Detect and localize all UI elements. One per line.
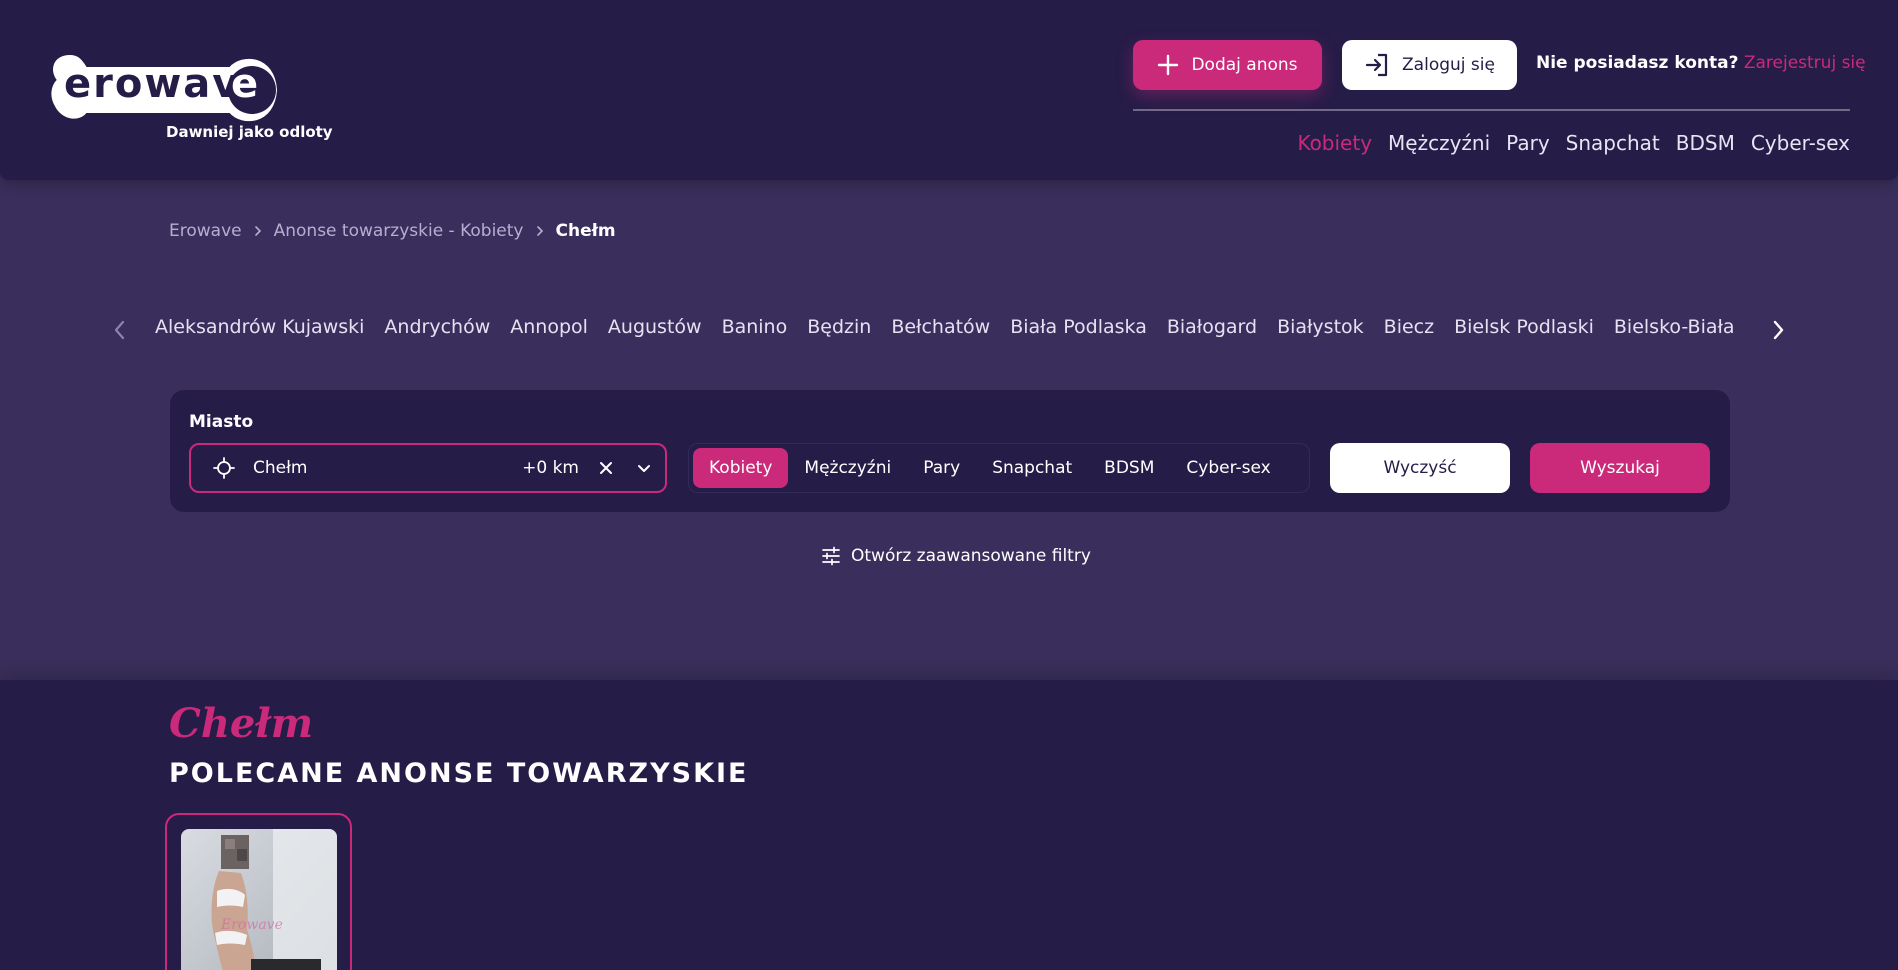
nav-item-snapchat[interactable]: Snapchat xyxy=(1566,131,1660,155)
nav-item-mezczyzni[interactable]: Mężczyźni xyxy=(1388,131,1490,155)
listing-photo[interactable]: Erowave xyxy=(181,829,337,970)
search-panel: Miasto Chełm +0 km Kobiety Mężczyźni Par… xyxy=(170,390,1730,512)
breadcrumb-item-current: Chełm xyxy=(555,221,616,241)
register-question: Nie posiadasz konta? xyxy=(1536,53,1739,73)
category-snapchat[interactable]: Snapchat xyxy=(976,448,1088,488)
header-divider xyxy=(1133,109,1850,111)
category-selector: Kobiety Mężczyźni Pary Snapchat BDSM Cyb… xyxy=(688,443,1310,493)
city-link[interactable]: Bielsk Podlaski xyxy=(1454,316,1594,338)
svg-text:Erowave: Erowave xyxy=(220,917,283,933)
city-link[interactable]: Augustów xyxy=(608,316,702,338)
city-input-value: Chełm xyxy=(253,458,308,478)
category-pary[interactable]: Pary xyxy=(907,448,976,488)
listing-card[interactable]: Erowave xyxy=(165,813,352,970)
sliders-icon xyxy=(822,546,840,566)
city-link[interactable]: Biała Podlaska xyxy=(1010,316,1147,338)
advanced-filters-toggle[interactable]: Otwórz zaawansowane filtry xyxy=(821,546,1091,566)
category-kobiety[interactable]: Kobiety xyxy=(693,448,789,488)
city-link[interactable]: Będzin xyxy=(807,316,871,338)
category-mezczyzni[interactable]: Mężczyźni xyxy=(788,448,907,488)
breadcrumb: Erowave Anonse towarzyskie - Kobiety Che… xyxy=(169,221,616,241)
nav-item-bdsm[interactable]: BDSM xyxy=(1676,131,1735,155)
city-link[interactable]: Białogard xyxy=(1167,316,1257,338)
city-link[interactable]: Bełchatów xyxy=(891,316,990,338)
search-button[interactable]: Wyszukaj xyxy=(1530,443,1710,493)
add-listing-button[interactable]: Dodaj anons xyxy=(1133,40,1322,90)
category-cyber-sex[interactable]: Cyber-sex xyxy=(1170,448,1286,488)
nav-item-pary[interactable]: Pary xyxy=(1506,131,1549,155)
chevron-down-icon[interactable] xyxy=(637,461,651,475)
chevron-right-icon[interactable] xyxy=(1770,318,1786,342)
city-link[interactable]: Banino xyxy=(722,316,788,338)
clear-button[interactable]: Wyczyść xyxy=(1330,443,1510,493)
breadcrumb-item-home[interactable]: Erowave xyxy=(169,221,242,241)
chevron-left-icon[interactable] xyxy=(112,318,128,342)
advanced-filters-label: Otwórz zaawansowane filtry xyxy=(851,546,1091,566)
site-logo[interactable]: erowav e Dawniej jako odloty xyxy=(48,50,333,150)
breadcrumb-item-category[interactable]: Anonse towarzyskie - Kobiety xyxy=(274,221,524,241)
add-listing-label: Dodaj anons xyxy=(1191,55,1298,75)
clear-city-button[interactable] xyxy=(599,461,613,475)
register-link[interactable]: Zarejestruj się xyxy=(1744,53,1866,73)
plus-icon xyxy=(1158,54,1179,76)
logo-wordmark: erowav xyxy=(64,61,241,107)
city-field-label: Miasto xyxy=(189,412,254,432)
distance-value[interactable]: +0 km xyxy=(522,458,579,478)
site-header: erowav e Dawniej jako odloty Dodaj anons… xyxy=(0,0,1898,180)
city-link[interactable]: Aleksandrów Kujawski xyxy=(155,316,364,338)
crosshair-icon[interactable] xyxy=(213,457,235,479)
login-button[interactable]: Zaloguj się xyxy=(1342,40,1517,90)
nav-item-kobiety[interactable]: Kobiety xyxy=(1297,131,1372,155)
city-carousel: Aleksandrów Kujawski Andrychów Annopol A… xyxy=(155,316,1751,338)
logo-wordmark-e: e xyxy=(231,61,259,107)
chevron-right-icon xyxy=(254,226,261,236)
city-link[interactable]: Andrychów xyxy=(384,316,490,338)
listing-photo-image: Erowave xyxy=(181,829,337,970)
featured-section: Chełm POLECANE ANONSE TOWARZYSKIE Erowav… xyxy=(0,680,1898,970)
category-bdsm[interactable]: BDSM xyxy=(1088,448,1170,488)
login-icon xyxy=(1365,53,1388,77)
nav-item-cyber-sex[interactable]: Cyber-sex xyxy=(1751,131,1850,155)
city-link[interactable]: Biecz xyxy=(1384,316,1434,338)
section-city-name: Chełm xyxy=(169,700,314,747)
city-input[interactable]: Chełm +0 km xyxy=(189,443,667,493)
city-link[interactable]: Bielsko-Biała xyxy=(1614,316,1735,338)
section-title: POLECANE ANONSE TOWARZYSKIE xyxy=(169,758,749,789)
category-nav: Kobiety Mężczyźni Pary Snapchat BDSM Cyb… xyxy=(1297,131,1850,155)
city-link[interactable]: Białystok xyxy=(1277,316,1364,338)
logo-subtitle: Dawniej jako odloty xyxy=(166,123,333,141)
chevron-right-icon xyxy=(536,226,543,236)
close-icon xyxy=(600,462,612,474)
city-link[interactable]: Annopol xyxy=(510,316,588,338)
login-label: Zaloguj się xyxy=(1402,55,1495,75)
register-prompt: Nie posiadasz konta? Zarejestruj się xyxy=(1536,53,1866,73)
